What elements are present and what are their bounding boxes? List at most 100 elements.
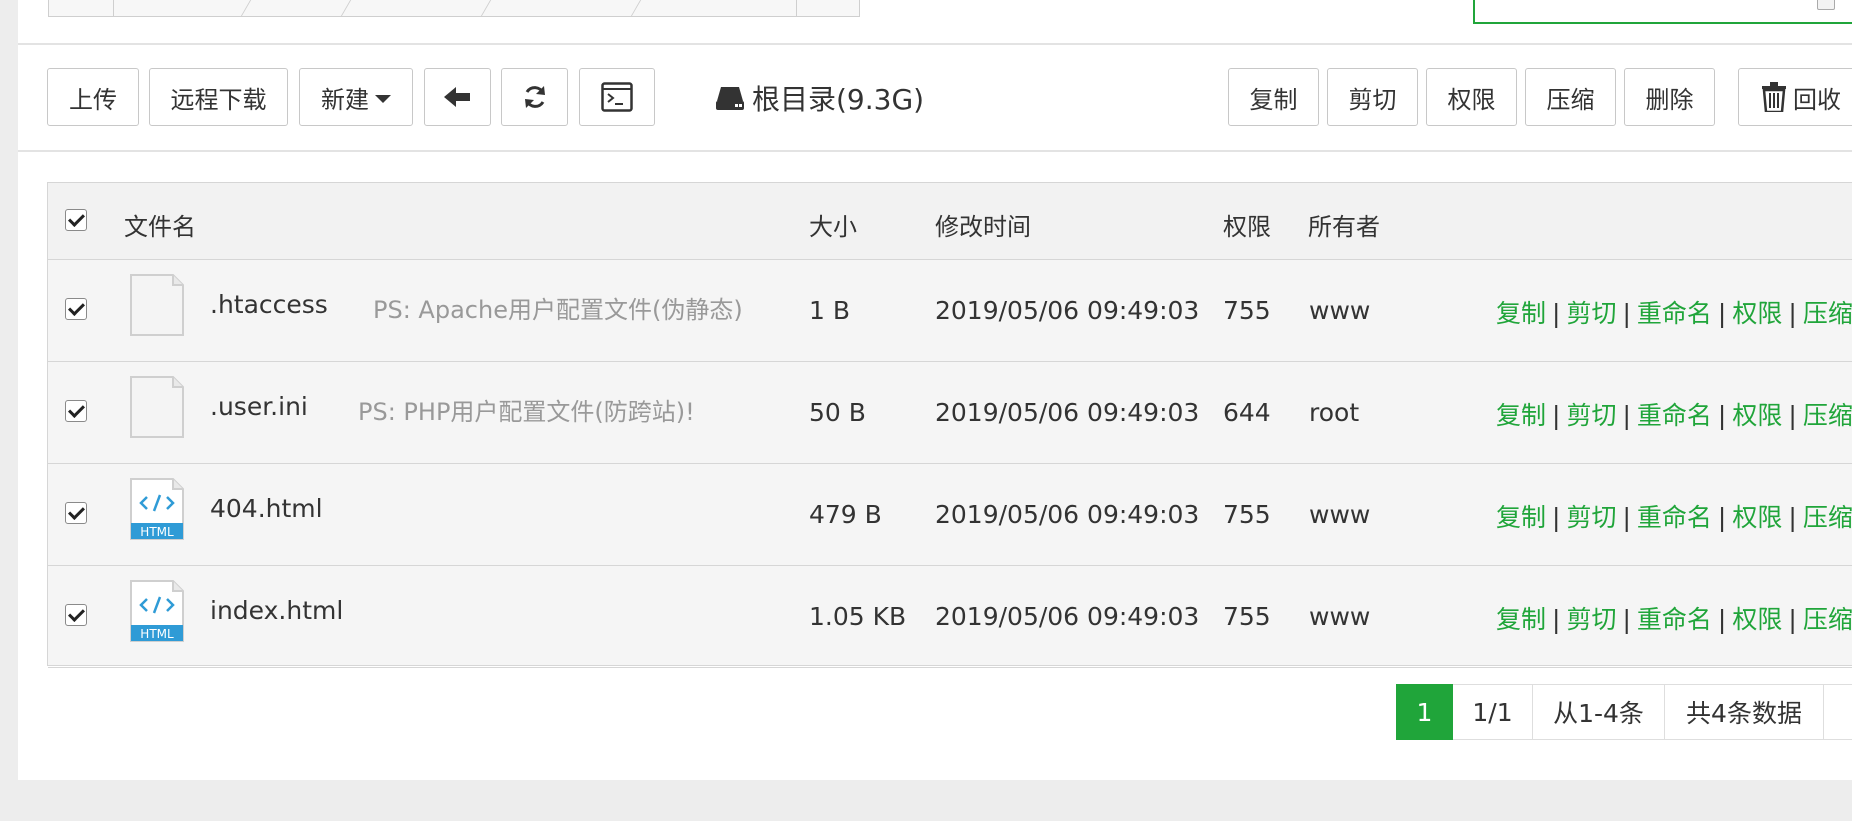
row-compress-link[interactable]: 压缩 bbox=[1803, 503, 1852, 532]
recycle-bin-button[interactable]: 回收 bbox=[1738, 68, 1852, 126]
header-owner[interactable]: 所有者 bbox=[1308, 207, 1380, 242]
upload-button[interactable]: 上传 bbox=[47, 68, 139, 126]
table-row[interactable]: HTML index.html 1.05 KB 2019/05/06 09:49… bbox=[48, 566, 1852, 668]
header-modified[interactable]: 修改时间 bbox=[935, 207, 1031, 242]
refresh-icon bbox=[524, 86, 545, 108]
select-all-checkbox[interactable] bbox=[65, 209, 87, 231]
row-copy-link[interactable]: 复制 bbox=[1496, 503, 1546, 532]
html-badge-text: HTML bbox=[140, 525, 174, 539]
batch-copy-button[interactable]: 复制 bbox=[1228, 68, 1319, 126]
ops-separator: | bbox=[1788, 401, 1797, 430]
pagination: 1 1/1 从1-4条 共4条数据 bbox=[1396, 684, 1852, 740]
row-rename-link[interactable]: 重命名 bbox=[1637, 299, 1712, 328]
row-compress-link[interactable]: 压缩 bbox=[1803, 299, 1852, 328]
row-copy-link[interactable]: 复制 bbox=[1496, 299, 1546, 328]
file-remark: PS: Apache用户配置文件(伪静态) bbox=[373, 296, 743, 324]
row-rename-link[interactable]: 重命名 bbox=[1637, 503, 1712, 532]
row-cut-link[interactable]: 剪切 bbox=[1566, 605, 1616, 634]
ops-separator: | bbox=[1788, 299, 1797, 328]
new-dropdown-button[interactable]: 新建 bbox=[299, 68, 413, 126]
batch-delete-button[interactable]: 删除 bbox=[1624, 68, 1715, 126]
arrow-left-icon bbox=[443, 87, 470, 107]
header-size[interactable]: 大小 bbox=[809, 207, 857, 242]
row-rename-link[interactable]: 重命名 bbox=[1637, 605, 1712, 634]
row-compress-link[interactable]: 压缩 bbox=[1803, 401, 1852, 430]
row-copy-link[interactable]: 复制 bbox=[1496, 401, 1546, 430]
file-name[interactable]: index.html bbox=[210, 596, 343, 625]
table-row[interactable]: .htaccess PS: Apache用户配置文件(伪静态) 1 B 2019… bbox=[48, 260, 1852, 362]
row-checkbox[interactable] bbox=[65, 298, 87, 320]
file-name[interactable]: .htaccess bbox=[210, 290, 328, 319]
row-rename-link[interactable]: 重命名 bbox=[1637, 401, 1712, 430]
caret-down-icon bbox=[375, 95, 391, 103]
file-owner: www bbox=[1309, 500, 1371, 529]
path-divider bbox=[630, 0, 649, 16]
search-subdir-checkbox[interactable] bbox=[1817, 0, 1835, 10]
path-divider bbox=[340, 0, 359, 16]
file-size: 50 B bbox=[809, 398, 866, 427]
row-compress-link[interactable]: 压缩 bbox=[1803, 605, 1852, 634]
header-filename[interactable]: 文件名 bbox=[124, 207, 196, 242]
back-button[interactable] bbox=[424, 68, 491, 126]
row-permission-link[interactable]: 权限 bbox=[1732, 605, 1782, 634]
row-cut-link[interactable]: 剪切 bbox=[1566, 503, 1616, 532]
file-size: 479 B bbox=[809, 500, 882, 529]
row-copy-link[interactable]: 复制 bbox=[1496, 605, 1546, 634]
terminal-icon bbox=[601, 82, 633, 112]
file-permission: 755 bbox=[1223, 296, 1271, 325]
blank-file-icon bbox=[130, 376, 184, 438]
blank-file-icon bbox=[130, 274, 184, 336]
file-owner: www bbox=[1309, 602, 1371, 631]
row-permission-link[interactable]: 权限 bbox=[1732, 401, 1782, 430]
ops-separator: | bbox=[1552, 401, 1561, 430]
file-permission: 755 bbox=[1223, 602, 1271, 631]
recycle-bin-label: 回收 bbox=[1793, 85, 1841, 114]
html-file-icon: HTML bbox=[130, 478, 184, 540]
ops-separator: | bbox=[1788, 605, 1797, 634]
file-remark: PS: PHP用户配置文件(防跨站)! bbox=[358, 398, 695, 426]
remote-download-button[interactable]: 远程下载 bbox=[149, 68, 288, 126]
hdd-icon bbox=[716, 87, 744, 110]
table-header-row: 文件名 大小 修改时间 权限 所有者 bbox=[48, 183, 1852, 260]
html-badge-text: HTML bbox=[140, 627, 174, 641]
ops-separator: | bbox=[1552, 503, 1561, 532]
row-cut-link[interactable]: 剪切 bbox=[1566, 401, 1616, 430]
row-checkbox[interactable] bbox=[65, 400, 87, 422]
file-name[interactable]: .user.ini bbox=[210, 392, 308, 421]
path-divider bbox=[240, 0, 259, 16]
ops-separator: | bbox=[1717, 401, 1727, 430]
terminal-button[interactable] bbox=[579, 68, 655, 126]
row-permission-link[interactable]: 权限 bbox=[1732, 503, 1782, 532]
row-permission-link[interactable]: 权限 bbox=[1732, 299, 1782, 328]
row-checkbox[interactable] bbox=[65, 604, 87, 626]
path-breadcrumb-bar[interactable] bbox=[48, 0, 860, 17]
ops-separator: | bbox=[1552, 299, 1561, 328]
row-checkbox[interactable] bbox=[65, 502, 87, 524]
ops-separator: | bbox=[1622, 503, 1631, 532]
file-modified: 2019/05/06 09:49:03 bbox=[935, 296, 1200, 325]
batch-permission-button[interactable]: 权限 bbox=[1426, 68, 1517, 126]
file-name[interactable]: 404.html bbox=[210, 494, 323, 523]
row-operations: 复制|剪切|重命名|权限|压缩| bbox=[1496, 498, 1852, 534]
file-table: 文件名 大小 修改时间 权限 所有者 .htaccess PS: Apache用… bbox=[47, 182, 1852, 668]
ops-separator: | bbox=[1717, 503, 1727, 532]
path-back-segment[interactable] bbox=[49, 0, 114, 16]
refresh-button[interactable] bbox=[501, 68, 568, 126]
trash-icon bbox=[1762, 82, 1786, 112]
table-row[interactable]: HTML 404.html 479 B 2019/05/06 09:49:03 … bbox=[48, 464, 1852, 566]
header-permission[interactable]: 权限 bbox=[1223, 207, 1271, 242]
row-operations: 复制|剪切|重命名|权限|压缩| bbox=[1496, 396, 1852, 432]
batch-cut-button[interactable]: 剪切 bbox=[1327, 68, 1418, 126]
table-row[interactable]: .user.ini PS: PHP用户配置文件(防跨站)! 50 B 2019/… bbox=[48, 362, 1852, 464]
root-directory-label: 根目录(9.3G) bbox=[716, 78, 924, 118]
file-owner: root bbox=[1309, 398, 1360, 427]
batch-compress-button[interactable]: 压缩 bbox=[1525, 68, 1616, 126]
path-refresh-segment[interactable] bbox=[796, 0, 859, 16]
html-file-icon: HTML bbox=[130, 580, 184, 642]
ops-separator: | bbox=[1552, 605, 1561, 634]
row-cut-link[interactable]: 剪切 bbox=[1566, 299, 1616, 328]
file-permission: 755 bbox=[1223, 500, 1271, 529]
ops-separator: | bbox=[1788, 503, 1797, 532]
search-box[interactable] bbox=[1473, 0, 1852, 24]
page-current[interactable]: 1 bbox=[1396, 684, 1453, 740]
